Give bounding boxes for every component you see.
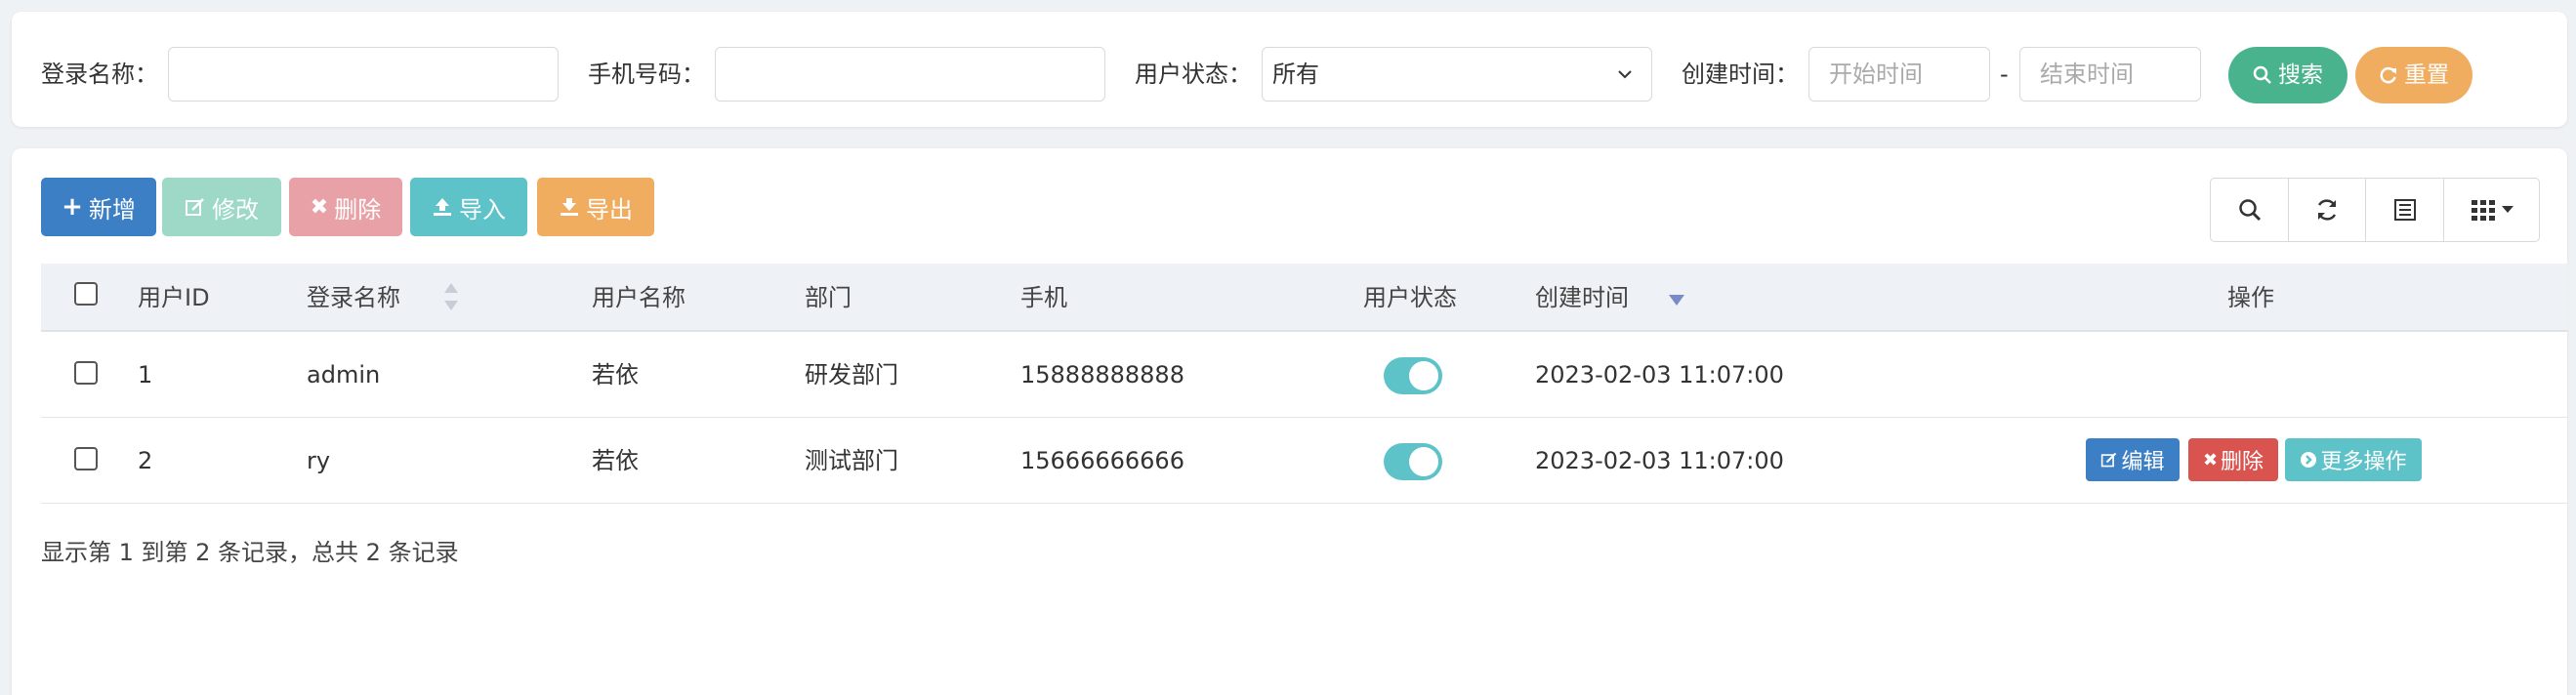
end-time-input[interactable]: 结束时间 — [2019, 47, 2201, 102]
table-row[interactable]: 1 admin 若依 研发部门 15888888888 2023-02-03 1… — [41, 332, 2568, 418]
upload-icon — [434, 198, 451, 216]
row-more-label: 更多操作 — [2320, 450, 2407, 474]
login-name-input[interactable] — [168, 47, 559, 102]
table-tools — [2210, 178, 2540, 242]
cell-dept: 研发部门 — [805, 361, 898, 388]
edit-button[interactable]: 修改 — [162, 178, 281, 236]
search-panel: 登录名称： 手机号码： 用户状态： 所有 创建时间： 开始时间 - 结束时间 搜… — [12, 12, 2567, 127]
cell-phone: 15666666666 — [1020, 447, 1184, 474]
columns-button[interactable] — [2444, 179, 2539, 241]
row-checkbox[interactable] — [74, 447, 98, 470]
cell-login-name: admin — [307, 361, 381, 388]
table-row[interactable]: 2 ry 若依 测试部门 15666666666 2023-02-03 11:0… — [41, 418, 2568, 504]
toggle-search-button[interactable] — [2211, 179, 2289, 241]
header-dept[interactable]: 部门 — [805, 282, 852, 313]
status-select-value: 所有 — [1272, 61, 1319, 88]
edit-icon — [2101, 452, 2117, 468]
refresh-icon — [2317, 199, 2337, 221]
add-button-label: 新增 — [88, 195, 136, 224]
header-status[interactable]: 用户状态 — [1363, 282, 1457, 313]
pagination-summary: 显示第 1 到第 2 条记录，总共 2 条记录 — [41, 539, 459, 566]
sort-desc-icon[interactable] — [1668, 293, 1685, 307]
header-phone[interactable]: 手机 — [1020, 282, 1067, 313]
chevron-down-icon — [1618, 70, 1632, 79]
header-user-id[interactable]: 用户ID — [138, 282, 210, 313]
row-delete-label: 删除 — [2221, 450, 2264, 474]
cell-created-time: 2023-02-03 11:07:00 — [1535, 361, 1784, 388]
status-toggle[interactable] — [1384, 357, 1442, 394]
cell-phone: 15888888888 — [1020, 361, 1184, 388]
chevron-circle-right-icon — [2301, 452, 2317, 468]
cell-login-name: ry — [307, 447, 331, 474]
table-header: 用户ID 登录名称 用户名称 部门 手机 用户状态 创建时间 操作 — [41, 264, 2568, 332]
select-all-checkbox[interactable] — [74, 282, 98, 306]
row-edit-button[interactable]: 编辑 — [2086, 438, 2180, 481]
export-button[interactable]: 导出 — [537, 178, 654, 236]
header-login-name[interactable]: 登录名称 — [307, 282, 400, 313]
date-range-dash: - — [2000, 61, 2009, 88]
status-label: 用户状态： — [1135, 61, 1252, 88]
header-actions: 操作 — [2227, 284, 2274, 311]
start-time-input[interactable]: 开始时间 — [1808, 47, 1990, 102]
cell-user-name: 若依 — [592, 361, 639, 388]
header-user-name[interactable]: 用户名称 — [592, 282, 686, 313]
delete-button-label: 删除 — [334, 195, 382, 224]
add-button[interactable]: + 新增 — [41, 178, 156, 236]
download-icon — [561, 198, 578, 216]
cell-user-id: 1 — [138, 361, 153, 388]
login-name-label: 登录名称： — [41, 61, 158, 88]
reset-button-label: 重置 — [2404, 62, 2449, 88]
created-time-label: 创建时间： — [1682, 61, 1799, 88]
cell-user-name: 若依 — [592, 447, 639, 474]
status-select[interactable]: 所有 — [1262, 47, 1652, 102]
row-delete-button[interactable]: ✖ 删除 — [2188, 438, 2278, 481]
status-toggle[interactable] — [1384, 443, 1442, 480]
table-panel: + 新增 修改 ✖ 删除 导入 导出 用户ID 登录名称 用户名称 部门 手机 … — [12, 148, 2568, 695]
start-time-placeholder: 开始时间 — [1829, 61, 1923, 88]
row-checkbox[interactable] — [74, 361, 98, 385]
caret-down-icon — [2501, 206, 2514, 213]
reset-button[interactable]: 重置 — [2355, 47, 2472, 103]
delete-button[interactable]: ✖ 删除 — [289, 178, 402, 236]
edit-button-label: 修改 — [212, 195, 259, 224]
close-icon: ✖ — [2202, 449, 2219, 470]
phone-input[interactable] — [715, 47, 1105, 102]
search-icon — [2253, 65, 2271, 84]
phone-label: 手机号码： — [588, 61, 705, 88]
edit-icon — [186, 198, 204, 216]
refresh-button[interactable] — [2289, 179, 2366, 241]
search-icon — [2238, 199, 2261, 222]
search-button[interactable]: 搜索 — [2228, 47, 2347, 103]
search-button-label: 搜索 — [2278, 62, 2323, 88]
sort-icon[interactable] — [441, 279, 461, 314]
close-icon: ✖ — [310, 194, 329, 220]
export-button-label: 导出 — [586, 195, 633, 224]
grid-icon — [2471, 200, 2495, 221]
cell-created-time: 2023-02-03 11:07:00 — [1535, 447, 1784, 474]
plus-icon: + — [62, 192, 83, 222]
cell-dept: 测试部门 — [805, 447, 898, 474]
import-button-label: 导入 — [459, 195, 506, 224]
toggle-view-button[interactable] — [2366, 179, 2444, 241]
row-edit-label: 编辑 — [2121, 450, 2165, 474]
refresh-icon — [2380, 66, 2396, 84]
cell-user-id: 2 — [138, 447, 153, 474]
row-more-button[interactable]: 更多操作 — [2285, 438, 2422, 481]
import-button[interactable]: 导入 — [410, 178, 527, 236]
end-time-placeholder: 结束时间 — [2040, 61, 2134, 88]
header-created-time[interactable]: 创建时间 — [1535, 282, 1629, 313]
list-icon — [2393, 199, 2416, 221]
